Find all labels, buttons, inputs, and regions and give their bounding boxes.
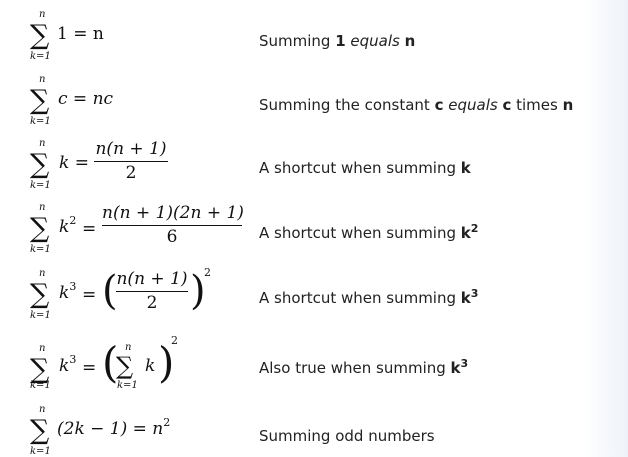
formula-lhs: k3 bbox=[59, 280, 77, 303]
numerator: n(n + 1) bbox=[116, 269, 188, 289]
sigma-symbol: ∑ bbox=[30, 85, 50, 116]
right-paren: ) bbox=[158, 338, 175, 387]
formula-rhs: 1 = n bbox=[57, 24, 104, 44]
inner-term: k bbox=[145, 356, 156, 376]
inner-sigma-symbol: ∑ bbox=[116, 352, 134, 380]
formula-description: Summing the constant c equals c times n bbox=[259, 96, 574, 114]
formula-description: A shortcut when summing k bbox=[259, 159, 471, 177]
upper-limit: n bbox=[39, 202, 46, 213]
sigma-symbol: ∑ bbox=[30, 354, 50, 385]
lower-limit: k=1 bbox=[30, 310, 51, 321]
outer-exponent: 2 bbox=[171, 334, 178, 347]
denominator: 6 bbox=[166, 227, 178, 247]
formula-rhs: c = nc bbox=[58, 89, 114, 109]
lower-limit: k=1 bbox=[30, 180, 51, 191]
numerator: n(n + 1) bbox=[95, 139, 167, 159]
lower-limit: k=1 bbox=[30, 244, 51, 255]
equals-sign: = bbox=[82, 219, 97, 239]
sigma-symbol: ∑ bbox=[30, 149, 50, 180]
fraction: n(n + 1) 2 bbox=[94, 141, 168, 182]
upper-limit: n bbox=[39, 268, 46, 279]
denominator: 2 bbox=[146, 293, 158, 313]
formula-description: Summing 1 equals n bbox=[259, 32, 416, 50]
formula-description: A shortcut when summing k2 bbox=[259, 222, 479, 242]
upper-limit: n bbox=[39, 343, 46, 354]
fraction: n(n + 1) 2 bbox=[116, 271, 188, 312]
fraction-bar bbox=[116, 291, 188, 292]
upper-limit: n bbox=[39, 404, 46, 415]
formula-rhs: (2k − 1) = n2 bbox=[57, 416, 171, 439]
sigma-symbol: ∑ bbox=[30, 213, 50, 244]
upper-limit: n bbox=[39, 74, 46, 85]
fraction-bar bbox=[94, 161, 168, 162]
equals-sign: = bbox=[82, 285, 97, 305]
lower-limit: k=1 bbox=[30, 380, 51, 391]
inner-lower-limit: k=1 bbox=[117, 380, 138, 391]
formula-description: Also true when summing k3 bbox=[259, 357, 469, 377]
outer-exponent: 2 bbox=[204, 266, 211, 279]
formula-lhs: k3 bbox=[59, 353, 77, 376]
sigma-symbol: ∑ bbox=[30, 20, 50, 51]
fraction: n(n + 1)(2n + 1) 6 bbox=[102, 203, 244, 247]
upper-limit: n bbox=[39, 138, 46, 149]
upper-limit: n bbox=[39, 9, 46, 20]
equals-sign: = bbox=[82, 358, 97, 378]
lower-limit: k=1 bbox=[30, 116, 51, 127]
lower-limit: k=1 bbox=[30, 446, 51, 457]
numerator: n(n + 1)(2n + 1) bbox=[102, 203, 244, 223]
fraction-bar bbox=[102, 225, 242, 226]
formula-description: Summing odd numbers bbox=[259, 427, 435, 445]
formula-lhs: k = bbox=[59, 153, 89, 173]
formula-lhs: k2 bbox=[59, 214, 77, 237]
formula-description: A shortcut when summing k3 bbox=[259, 287, 479, 307]
denominator: 2 bbox=[125, 163, 137, 183]
sigma-symbol: ∑ bbox=[30, 415, 50, 446]
lower-limit: k=1 bbox=[30, 51, 51, 62]
sigma-symbol: ∑ bbox=[30, 279, 50, 310]
